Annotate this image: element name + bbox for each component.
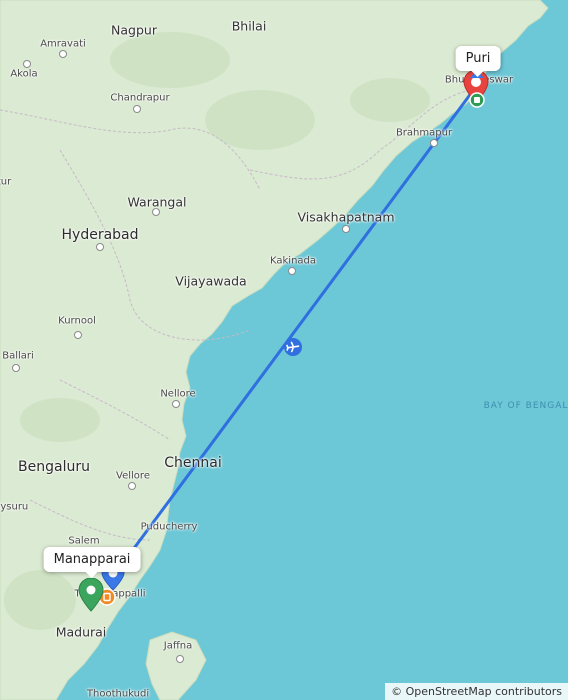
- terrain-patch: [110, 32, 230, 88]
- place-dot: [342, 225, 350, 233]
- terrain-patch: [20, 398, 100, 442]
- place-label-visakhapatnam: Visakhapatnam: [297, 209, 395, 225]
- place-dot: [176, 655, 184, 663]
- place-label-bengaluru: Bengaluru: [18, 459, 90, 475]
- place-label-chandrapur: Chandrapur: [110, 92, 170, 104]
- place-dot: [12, 364, 20, 372]
- place-label-salem: Salem: [68, 535, 100, 547]
- place-label-tur: tur: [0, 176, 12, 188]
- place-label-nellore: Nellore: [160, 388, 196, 400]
- map-attribution[interactable]: © OpenStreetMap contributors: [385, 683, 568, 700]
- place-label-thoothukudi: Thoothukudi: [86, 688, 150, 700]
- terrain-patch: [4, 570, 76, 630]
- destination-callout[interactable]: Puri: [455, 46, 501, 77]
- place-label-mysuru: Mysuru: [0, 501, 29, 513]
- sea-label: BAY OF BENGAL: [483, 401, 568, 411]
- place-dot: [172, 400, 180, 408]
- place-label-vijayawada: Vijayawada: [175, 273, 247, 289]
- origin-callout[interactable]: Manapparai: [43, 547, 141, 578]
- place-dot: [128, 482, 136, 490]
- place-label-madurai: Madurai: [55, 624, 107, 640]
- place-label-kakinada: Kakinada: [269, 255, 317, 267]
- place-label-ballari: Ballari: [2, 350, 34, 362]
- place-label-jaffna: Jaffna: [163, 640, 193, 652]
- place-label-puducherry: Puducherry: [140, 521, 198, 533]
- destination-label: Puri: [465, 51, 491, 66]
- place-label-amravati: Amravati: [40, 38, 86, 50]
- place-dot: [23, 60, 31, 68]
- place-label-vellore: Vellore: [116, 470, 150, 482]
- origin-label: Manapparai: [53, 552, 131, 567]
- place-label-bhilai: Bhilai: [231, 18, 267, 34]
- place-label-hyderabad: Hyderabad: [61, 227, 139, 243]
- place-label-brahmapur: Brahmapur: [395, 127, 453, 139]
- map[interactable]: Nagpur Bhilai Amravati Akola Chandrapur …: [0, 0, 568, 700]
- place-dot: [74, 331, 82, 339]
- place-dot: [59, 50, 67, 58]
- place-label-warangal: Warangal: [127, 194, 187, 210]
- green-poi-marker[interactable]: [469, 92, 485, 108]
- place-label-nagpur: Nagpur: [111, 22, 157, 38]
- airplane-icon: [284, 338, 302, 356]
- terrain-patch: [350, 78, 430, 122]
- place-label-chennai: Chennai: [164, 455, 222, 471]
- place-dot: [288, 267, 296, 275]
- place-label-akola: Akola: [10, 68, 38, 80]
- place-label-kurnool: Kurnool: [58, 315, 96, 327]
- place-dot: [96, 243, 104, 251]
- green-location-marker[interactable]: [78, 578, 104, 612]
- place-dot: [133, 105, 141, 113]
- place-dot: [430, 139, 438, 147]
